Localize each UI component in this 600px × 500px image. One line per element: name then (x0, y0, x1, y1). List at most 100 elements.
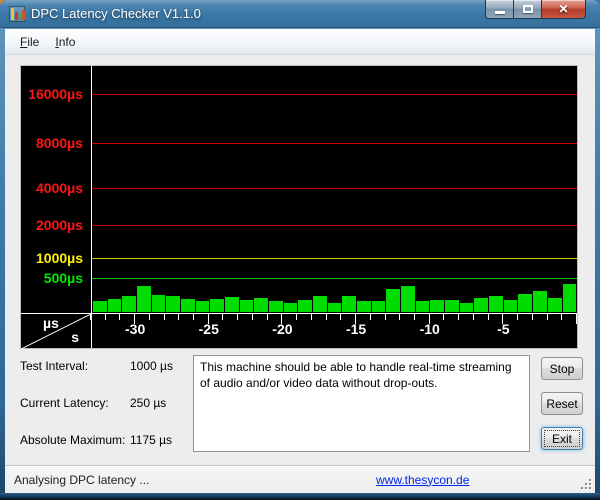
x-tick (413, 314, 415, 320)
window-frame: File Info µs s 16000µs 8000µs 4000µs 2000µ (0, 28, 600, 500)
x-tick (89, 314, 91, 320)
app-icon-bar (11, 7, 14, 20)
gridline (92, 143, 577, 144)
result-message-box: This machine should be able to handle re… (193, 355, 530, 452)
latency-bar (386, 289, 401, 312)
menubar: File Info (5, 29, 595, 55)
latency-bar (503, 300, 518, 312)
gridline (92, 258, 577, 259)
window-title: DPC Latency Checker V1.1.0 (31, 6, 201, 21)
latency-bar (181, 299, 195, 312)
minimize-button[interactable] (485, 0, 514, 19)
menu-file[interactable]: File (12, 32, 47, 52)
x-tick (119, 314, 121, 320)
resize-grip[interactable] (579, 477, 591, 489)
y-axis-label: 1000µs (36, 250, 83, 266)
app-icon (9, 5, 25, 22)
x-tick (458, 314, 460, 320)
window-controls: ✕ (485, 0, 586, 19)
latency-bar (298, 300, 313, 312)
y-unit-label: µs (43, 315, 59, 331)
x-tick (531, 314, 533, 320)
latency-bar (415, 301, 430, 312)
stat-label: Current Latency: (20, 396, 109, 410)
thesycon-link[interactable]: www.thesycon.de (376, 473, 469, 487)
x-tick (104, 314, 106, 320)
x-tick (266, 314, 268, 320)
close-icon: ✕ (558, 2, 569, 16)
latency-bar (210, 299, 225, 312)
x-tick (193, 314, 195, 320)
latency-bar (459, 303, 474, 312)
x-tick-label: -15 (345, 321, 367, 337)
latency-bar (93, 301, 107, 312)
chart-baseline (92, 313, 577, 314)
x-tick (546, 314, 548, 320)
latency-bar (269, 301, 283, 312)
x-tick (148, 314, 150, 320)
latency-bar (489, 296, 503, 312)
titlebar[interactable]: DPC Latency Checker V1.1.0 ✕ (0, 0, 600, 28)
latency-bar (533, 291, 547, 312)
statusbar: Analysing DPC latency ... www.thesycon.d… (5, 465, 595, 493)
latency-bar (195, 301, 210, 312)
client-area: File Info µs s 16000µs 8000µs 4000µs 2000µ (5, 29, 595, 493)
latency-bar (239, 300, 254, 312)
latency-bar (327, 303, 342, 312)
x-tick (399, 314, 401, 320)
latency-bar (371, 301, 386, 312)
x-tick-label: -25 (198, 321, 219, 337)
gridline (92, 188, 577, 189)
stat-value: 1175 µs (130, 433, 173, 447)
gridline (92, 94, 577, 95)
latency-bar (313, 296, 327, 312)
stat-value: 250 µs (130, 396, 167, 410)
stop-button[interactable]: Stop (541, 357, 583, 380)
y-axis-label: 4000µs (36, 180, 83, 196)
y-axis-label: 500µs (43, 270, 83, 286)
app-icon-bar (15, 11, 18, 20)
latency-bar (357, 301, 371, 312)
x-tick (561, 314, 563, 320)
reset-button[interactable]: Reset (541, 392, 583, 415)
latency-bar (225, 297, 239, 312)
latency-bar (283, 303, 298, 312)
x-tick-label: -10 (419, 321, 440, 337)
x-tick (384, 314, 386, 320)
y-axis-labels: µs s 16000µs 8000µs 4000µs 2000µs 1000µs 500µ… (21, 66, 91, 349)
menu-info[interactable]: Info (47, 32, 83, 52)
app-icon-bar (22, 9, 25, 20)
stat-label: Absolute Maximum: (20, 433, 126, 447)
x-tick (163, 314, 165, 320)
app-window: DPC Latency Checker V1.1.0 ✕ File Info µ… (0, 0, 600, 500)
plot-area: -30 -25 -20 -15 -10 -5 (89, 66, 577, 348)
axis-corner: µs s (21, 313, 91, 349)
latency-bar (254, 298, 269, 312)
stat-row-absolute-maximum: Absolute Maximum: 1175 µs (20, 433, 185, 447)
latency-bar (430, 300, 445, 312)
status-text: Analysing DPC latency ... (14, 472, 150, 487)
x-unit-label: s (71, 329, 79, 345)
x-tick (296, 314, 298, 320)
latency-bar (342, 296, 357, 312)
x-tick (487, 314, 489, 320)
latency-bar (151, 295, 166, 312)
stat-row-test-interval: Test Interval: 1000 µs (20, 359, 185, 373)
x-tick (310, 314, 312, 320)
latency-chart: µs s 16000µs 8000µs 4000µs 2000µs 1000µs 500µ… (20, 65, 578, 349)
gridline (92, 278, 577, 279)
latency-bar (107, 299, 122, 312)
x-tick-label: -5 (497, 321, 510, 337)
latency-bar (547, 298, 562, 312)
stats-panel: Test Interval: 1000 µs Current Latency: … (20, 359, 185, 470)
latency-bar (518, 294, 533, 312)
stat-value: 1000 µs (130, 359, 173, 373)
y-axis-label: 8000µs (36, 135, 83, 151)
x-tick (178, 314, 180, 320)
maximize-button[interactable] (514, 0, 541, 19)
x-tick (576, 314, 577, 324)
close-button[interactable]: ✕ (541, 0, 586, 19)
exit-button[interactable]: Exit (541, 427, 583, 450)
window-bottom-border (0, 493, 600, 500)
x-tick (325, 314, 327, 320)
